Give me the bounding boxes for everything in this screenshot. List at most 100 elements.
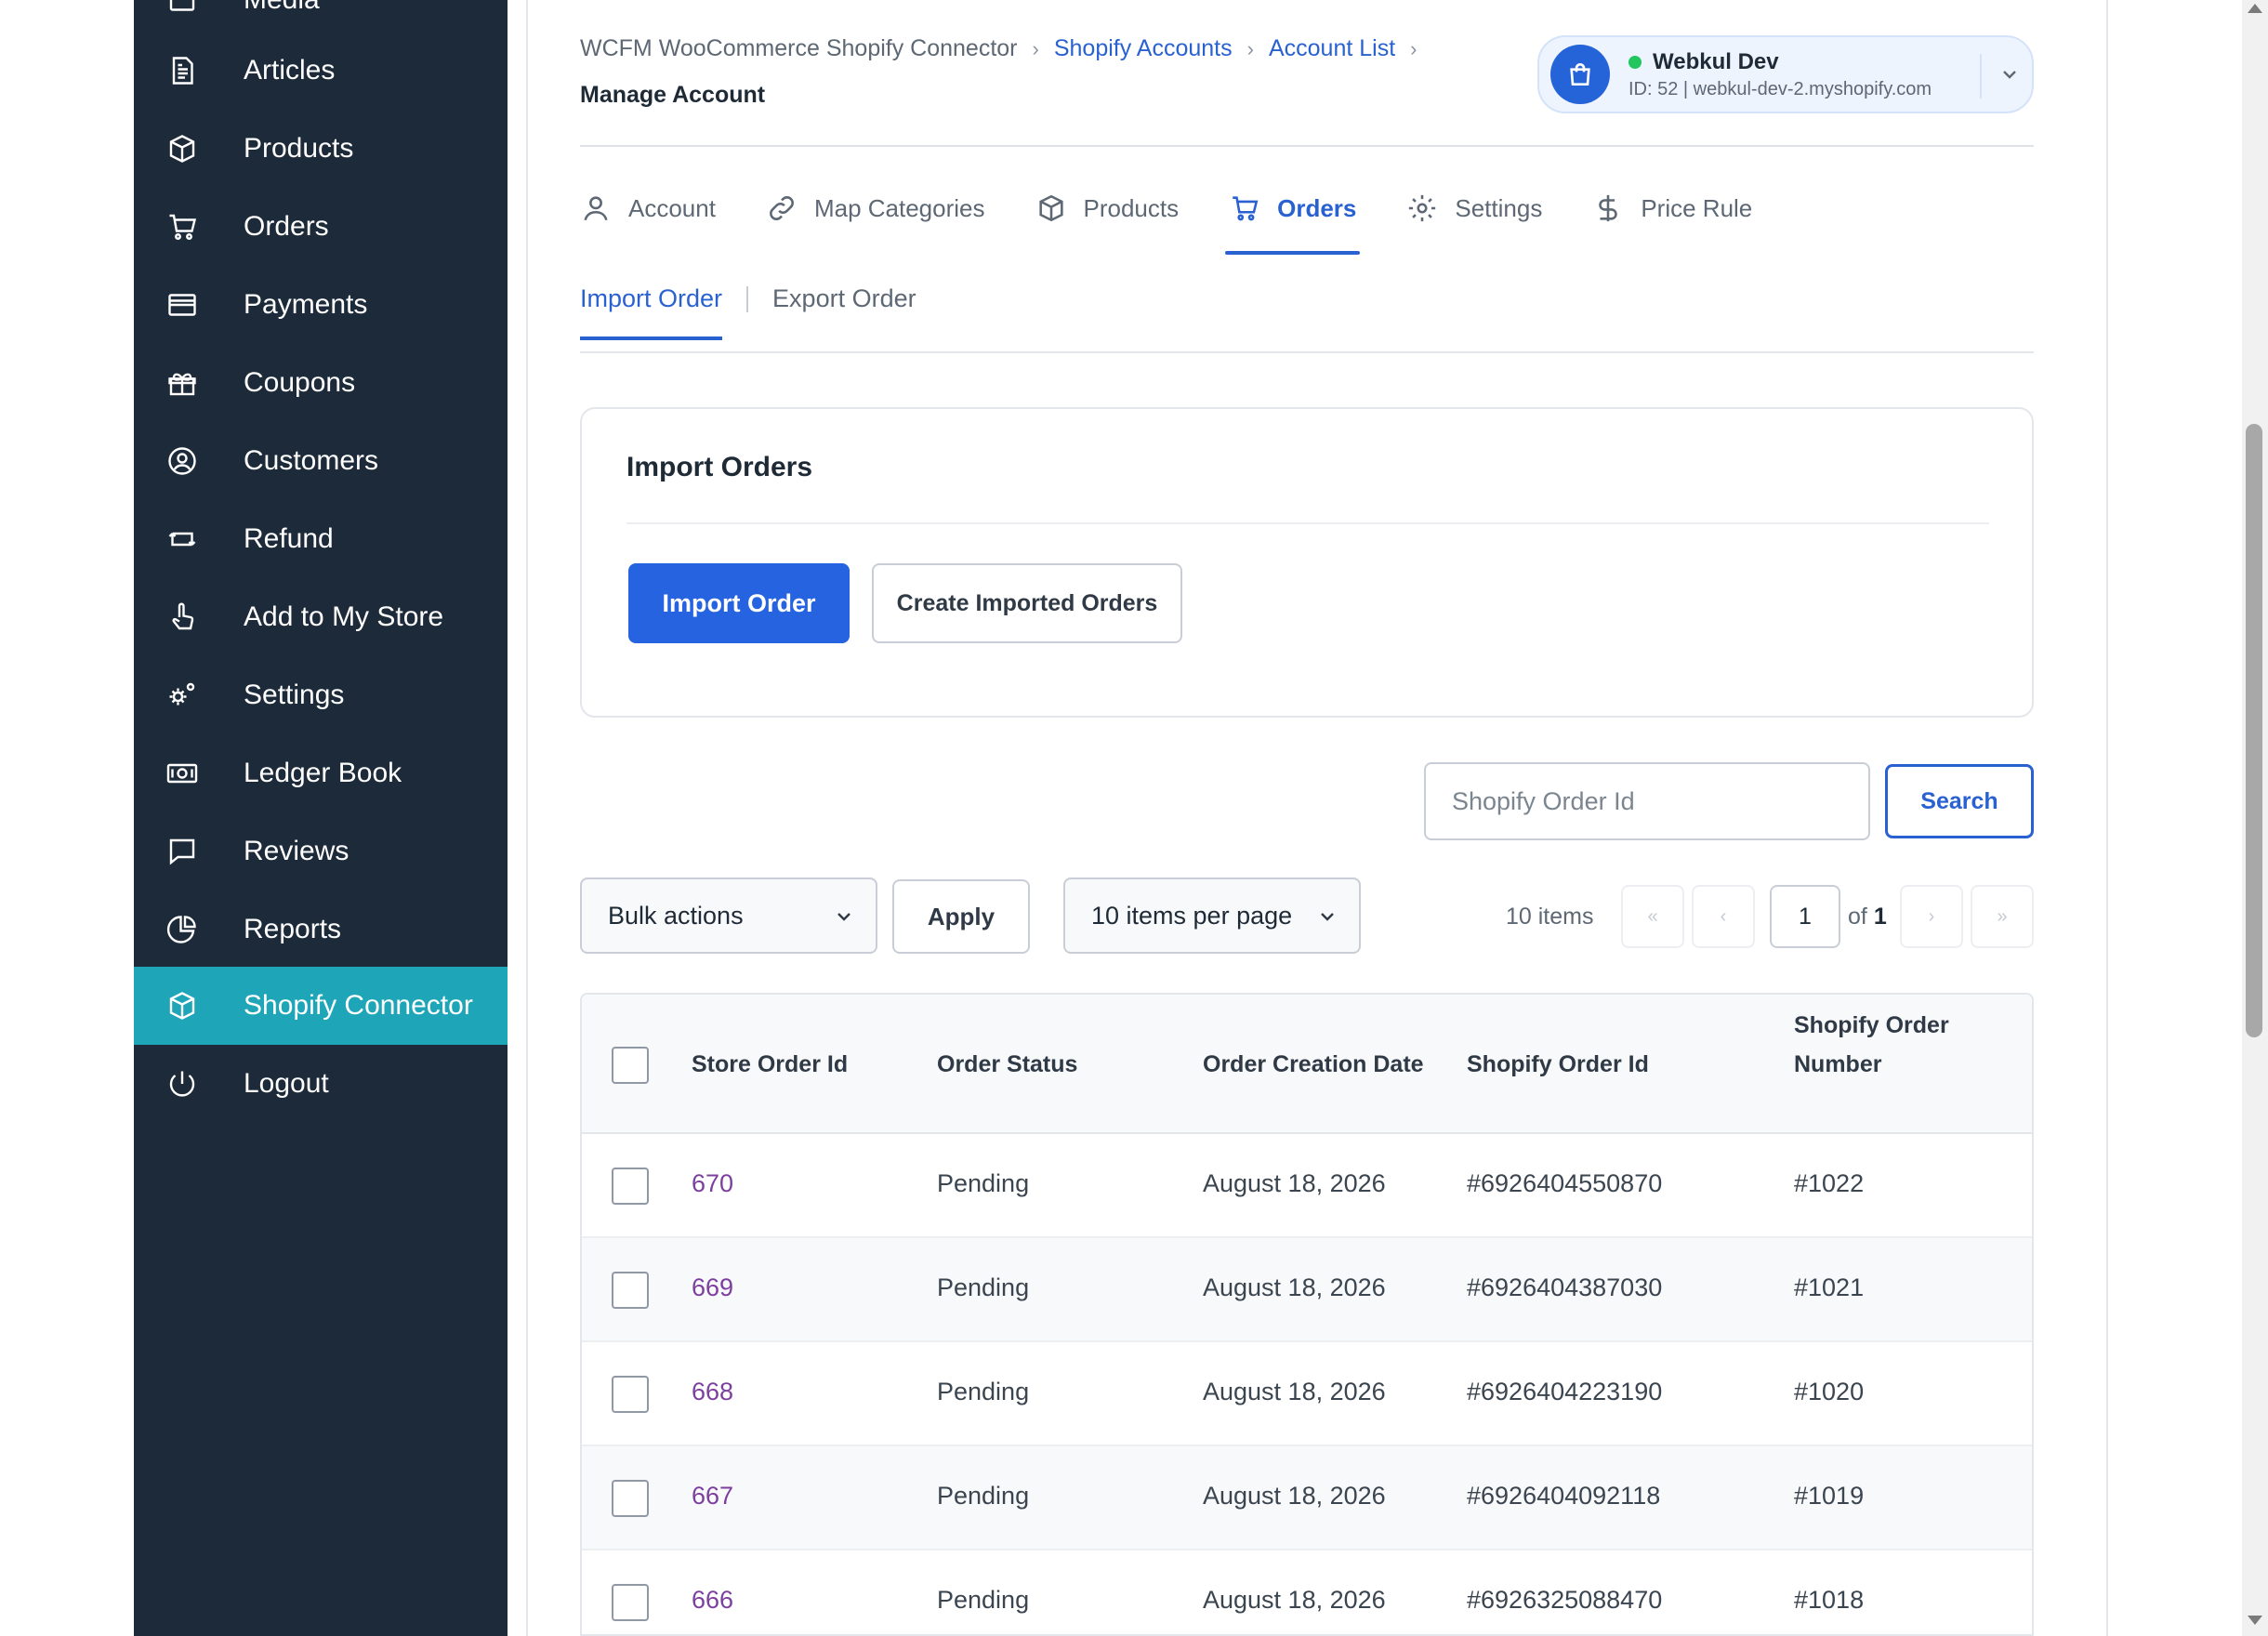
table-row: 670 Pending August 18, 2026 #69264045508… [582,1134,2032,1238]
row-checkbox[interactable] [612,1376,649,1413]
search-button[interactable]: Search [1885,764,2034,838]
row-checkbox[interactable] [612,1480,649,1517]
column-order-status[interactable]: Order Status [937,1045,1077,1084]
sidebar-item-label: Add to My Store [244,601,444,632]
shopify-order-number: #1022 [1794,1169,1865,1197]
order-status: Pending [937,1482,1030,1510]
tab-products[interactable]: Products [1035,186,1180,231]
table-row: 668 Pending August 18, 2026 #69264042231… [582,1342,2032,1446]
sidebar-item-refund[interactable]: Refund [134,500,508,578]
user-icon [580,192,612,224]
hand-pointer-icon [164,599,201,636]
create-imported-orders-button[interactable]: Create Imported Orders [872,563,1182,643]
sidebar-item-shopify-connector[interactable]: Shopify Connector [134,967,508,1045]
current-page-input[interactable]: 1 [1770,885,1840,948]
scroll-down-arrow[interactable] [2248,1616,2262,1625]
tab-map-categories[interactable]: Map Categories [766,186,985,231]
gear-icon [1406,192,1438,224]
order-status: Pending [937,1378,1030,1405]
row-checkbox[interactable] [612,1584,649,1621]
sidebar-item-add-to-my-store[interactable]: Add to My Store [134,578,508,656]
breadcrumb-root: WCFM WooCommerce Shopify Connector [580,35,1018,61]
sidebar-item-customers[interactable]: Customers [134,422,508,500]
subtab-bar: Import Order Export Order [580,284,916,340]
tab-label: Map Categories [813,193,985,222]
store-order-id-link[interactable]: 669 [692,1273,733,1302]
row-checkbox[interactable] [612,1168,649,1205]
shopify-order-number: #1020 [1794,1378,1865,1405]
sidebar-item-coupons[interactable]: Coupons [134,344,508,422]
sidebar-item-reviews[interactable]: Reviews [134,812,508,891]
breadcrumb-account-list[interactable]: Account List [1269,35,1395,62]
sidebar-item-ledger-book[interactable]: Ledger Book [134,734,508,812]
comment-icon [164,833,201,870]
store-order-id-link[interactable]: 666 [692,1586,733,1615]
first-page-button[interactable]: « [1621,885,1684,948]
gift-icon [164,364,201,402]
box-icon [164,987,201,1024]
store-order-id-link[interactable]: 670 [692,1169,733,1198]
apply-button[interactable]: Apply [892,879,1030,954]
shopify-order-id: #6926404092118 [1467,1482,1661,1510]
shopify-order-id: #6926404387030 [1467,1273,1663,1301]
tab-settings[interactable]: Settings [1406,186,1542,231]
store-order-id-link[interactable]: 668 [692,1378,733,1406]
sidebar-item-label: Reports [244,914,342,944]
divider [580,351,2034,353]
page: Media Articles Products Orders Payments … [0,0,2268,1636]
tab-price-rule[interactable]: Price Rule [1592,186,1752,231]
sidebar-item-label: Customers [244,445,379,476]
sidebar-item-label: Products [244,133,354,164]
table-row: 669 Pending August 18, 2026 #69264043870… [582,1238,2032,1342]
shopify-order-id: #6926325088470 [1467,1586,1663,1614]
breadcrumb-separator: › [1032,36,1039,60]
table-row: 667 Pending August 18, 2026 #69264040921… [582,1446,2032,1550]
subtab-import-order[interactable]: Import Order [580,284,723,340]
store-order-id-link[interactable]: 667 [692,1482,733,1511]
sidebar-item-label: Payments [244,289,368,320]
tab-orders[interactable]: Orders [1225,186,1361,255]
sidebar-item-payments[interactable]: Payments [134,266,508,344]
column-label-line: Shopify Order [1794,1012,1949,1038]
sidebar-item-settings[interactable]: Settings [134,656,508,734]
of-label: of [1848,904,1867,930]
subtab-export-order[interactable]: Export Order [772,284,916,313]
chevron-down-icon[interactable] [1998,63,2021,86]
sidebar-item-reports[interactable]: Reports [134,891,508,969]
row-checkbox[interactable] [612,1272,649,1309]
prev-page-button[interactable]: ‹ [1692,885,1755,948]
select-all-checkbox[interactable] [612,1047,649,1084]
breadcrumb-shopify-accounts[interactable]: Shopify Accounts [1054,35,1233,62]
import-order-button[interactable]: Import Order [628,563,850,643]
last-page-button[interactable]: » [1971,885,2034,948]
sidebar-item-articles[interactable]: Articles [134,32,508,110]
total-pages: of 1 [1848,904,1887,930]
sidebar-item-logout[interactable]: Logout [134,1045,508,1123]
total-pages-value: 1 [1873,904,1887,930]
column-shopify-order-id[interactable]: Shopify Order Id [1467,1045,1649,1084]
shopify-order-number: #1021 [1794,1273,1865,1301]
column-shopify-order-number[interactable]: Shopify Order Number [1794,1006,1949,1084]
account-switcher[interactable]: Webkul Dev ID: 52 | webkul-dev-2.myshopi… [1537,35,2034,113]
bulk-actions-select[interactable]: Bulk actions [580,877,877,954]
gears-icon [164,677,201,714]
account-detail: ID: 52 | webkul-dev-2.myshopify.com [1628,78,1932,99]
shopify-order-id-input[interactable] [1424,762,1870,840]
article-icon [164,52,201,89]
media-icon [164,0,201,19]
column-store-order-id[interactable]: Store Order Id [692,1045,848,1084]
tab-account[interactable]: Account [580,186,716,231]
next-page-button[interactable]: › [1900,885,1963,948]
cart-icon [164,208,201,245]
subtab-separator [746,285,749,312]
scroll-up-arrow[interactable] [2248,4,2262,13]
tab-label: Products [1083,193,1180,222]
breadcrumb: WCFM WooCommerce Shopify Connector › Sho… [580,35,1431,62]
breadcrumb-separator: › [1410,36,1418,60]
sidebar-item-products[interactable]: Products [134,110,508,188]
sidebar-item-orders[interactable]: Orders [134,188,508,266]
divider [1980,54,1982,99]
scrollbar-thumb[interactable] [2246,424,2262,1037]
column-order-creation-date[interactable]: Order Creation Date [1203,1045,1424,1084]
items-per-page-select[interactable]: 10 items per page [1063,877,1361,954]
